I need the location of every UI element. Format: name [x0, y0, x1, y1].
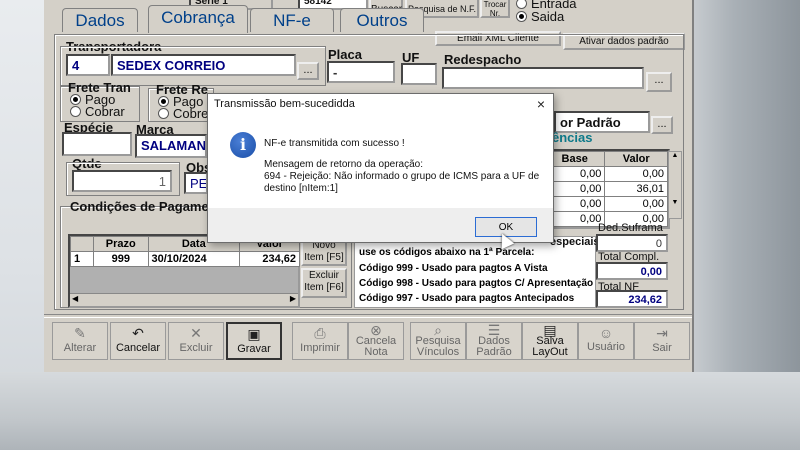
close-icon[interactable]: ×: [537, 96, 545, 112]
pesquisa-vinculos-button[interactable]: ⌕ Pesquisa Vínculos: [410, 322, 466, 360]
trocar-button[interactable]: Trocar Nr.: [480, 0, 510, 18]
usuario-button[interactable]: ☺ Usuário: [578, 322, 634, 360]
pesquisa-vinculos-label: Pesquisa Vínculos: [415, 335, 461, 358]
frete-tran-cobrar-label: Cobrar: [85, 104, 125, 119]
col-prazo: Prazo: [93, 236, 149, 252]
frete-red-cobre-radio[interactable]: Cobre: [158, 106, 208, 121]
row-valor[interactable]: 234,62: [239, 251, 300, 267]
tab-cobranca[interactable]: Cobrança: [148, 5, 248, 33]
imprimir-button[interactable]: ⎙ Imprimir: [292, 322, 348, 360]
ded-suframa-field[interactable]: 0: [596, 234, 668, 252]
toolbar-divider: [44, 314, 692, 318]
excluir-button[interactable]: ✕ Excluir: [168, 322, 224, 360]
sair-button[interactable]: ⇥ Sair: [634, 322, 690, 360]
referencias-grid: Base Valor 0,00 0,00 0,00 36,01 0,00 0,00 0,…: [542, 149, 670, 229]
salva-layout-button[interactable]: ▤ Salva LayOut: [522, 322, 578, 360]
codigo-997: Código 997 - Usado para pagtos Antecipad…: [359, 293, 575, 304]
tab-nfe[interactable]: NF-e: [250, 8, 334, 32]
salva-layout-label: Salva LayOut: [532, 335, 568, 358]
total-nf-field[interactable]: 234,62: [596, 290, 668, 308]
total-compl-field[interactable]: 0,00: [596, 262, 668, 280]
gravar-button[interactable]: ▣ Gravar: [226, 322, 282, 360]
marca-field[interactable]: SALAMAN: [135, 134, 207, 158]
scroll-left-icon[interactable]: ◀: [72, 294, 78, 303]
transportadora-lookup-button[interactable]: ...: [297, 62, 319, 80]
transportadora-code[interactable]: 4: [66, 54, 110, 76]
qtde-field[interactable]: 1: [72, 170, 172, 192]
placa-label: Placa: [328, 47, 362, 62]
tab-outros[interactable]: Outros: [340, 8, 424, 32]
dados-padrao-button[interactable]: ☰ Dados Padrão: [466, 322, 522, 360]
ref-cell[interactable]: 36,01: [604, 181, 668, 197]
col-n: [70, 236, 94, 252]
ref-cell[interactable]: 0,00: [604, 196, 668, 212]
dados-padrao-label: Dados Padrão: [476, 335, 512, 358]
edit-icon: ✎: [74, 325, 86, 341]
transmission-dialog: Transmissão bem-sucedidda × i NF-e trans…: [207, 93, 554, 243]
cancela-nota-label: Cancela Nota: [355, 335, 397, 358]
especiais-label: especiais: [550, 236, 600, 248]
dialog-title: Transmissão bem-sucedidda: [214, 98, 355, 110]
cancelar-label: Cancelar: [115, 342, 161, 354]
redespacho-label: Redespacho: [444, 52, 522, 67]
padrao-lookup-button[interactable]: ...: [651, 116, 673, 134]
placa-field[interactable]: -: [327, 61, 395, 83]
cancelar-button[interactable]: ↶ Cancelar: [110, 322, 166, 360]
imprimir-label: Imprimir: [300, 342, 340, 354]
condicoes-label: Condições de Pagame: [70, 199, 209, 214]
alterar-button[interactable]: ✎ Alterar: [52, 322, 108, 360]
printer-icon: ⎙: [314, 325, 326, 341]
tab-dados[interactable]: Dados: [62, 8, 138, 32]
transportadora-name[interactable]: SEDEX CORREIO: [111, 54, 296, 76]
usuario-label: Usuário: [587, 341, 625, 353]
redespacho-field[interactable]: [442, 67, 644, 89]
uf-field[interactable]: [401, 63, 437, 85]
row-data[interactable]: 30/10/2024: [147, 251, 241, 267]
row-number: 1: [70, 251, 94, 267]
scroll-right-icon[interactable]: ▶: [290, 294, 296, 303]
dialog-return-label: Mensagem de retorno da operação:: [264, 159, 423, 170]
condicoes-hscrollbar[interactable]: ◀ ▶: [70, 293, 298, 306]
excluir-item-button[interactable]: Excluir Item [F6]: [301, 268, 347, 298]
saida-radio[interactable]: Saida: [516, 9, 564, 24]
condicoes-grid: Prazo Data Valor 1 999 30/10/2024 234,62 ◀…: [68, 234, 300, 308]
codigo-998: Código 998 - Usado para pagtos C/ Aprese…: [359, 278, 594, 289]
dialog-rejection-text: 694 - Rejeição: Não informado o grupo de…: [264, 171, 540, 194]
x-icon: ✕: [190, 325, 202, 341]
alterar-label: Alterar: [63, 342, 97, 354]
frete-red-cobre-label: Cobre: [173, 106, 209, 121]
save-icon: ▣: [247, 326, 261, 342]
gravar-label: Gravar: [237, 343, 271, 355]
scroll-down-icon[interactable]: ▼: [669, 199, 681, 206]
obs-field[interactable]: PEI: [184, 172, 208, 194]
referencias-scrollbar[interactable]: ▲ ▼: [668, 151, 682, 219]
especie-field[interactable]: [62, 132, 132, 156]
user-icon: ☺: [598, 325, 614, 341]
saida-label: Saida: [531, 9, 565, 24]
ref-cell[interactable]: 0,00: [604, 166, 668, 182]
frete-tran-cobrar-radio[interactable]: Cobrar: [70, 104, 125, 119]
exit-icon: ⇥: [656, 325, 668, 341]
table-row[interactable]: 1 999 30/10/2024 234,62: [70, 251, 300, 267]
excluir-label: Excluir: [179, 342, 213, 354]
row-prazo[interactable]: 999: [93, 251, 149, 267]
sair-label: Sair: [652, 342, 672, 354]
info-icon: i: [230, 132, 256, 158]
codigo-999: Código 999 - Usado para pagtos A Vista: [359, 263, 548, 274]
undo-icon: ↶: [132, 325, 144, 341]
scroll-up-icon[interactable]: ▲: [669, 152, 681, 159]
codigos-header: use os códigos abaixo na 1ª Parcela:: [359, 247, 535, 258]
referencias-label: ências: [552, 130, 593, 145]
cancela-nota-button[interactable]: ⊗ Cancela Nota: [348, 322, 404, 360]
desktop-bottom: [0, 372, 800, 450]
col-valor: Valor: [604, 151, 668, 167]
redespacho-lookup-button[interactable]: ...: [646, 72, 672, 92]
dialog-success-text: NF-e transmitida com sucesso !: [264, 138, 405, 149]
ded-suframa-label: Ded.Suframa: [598, 222, 663, 234]
